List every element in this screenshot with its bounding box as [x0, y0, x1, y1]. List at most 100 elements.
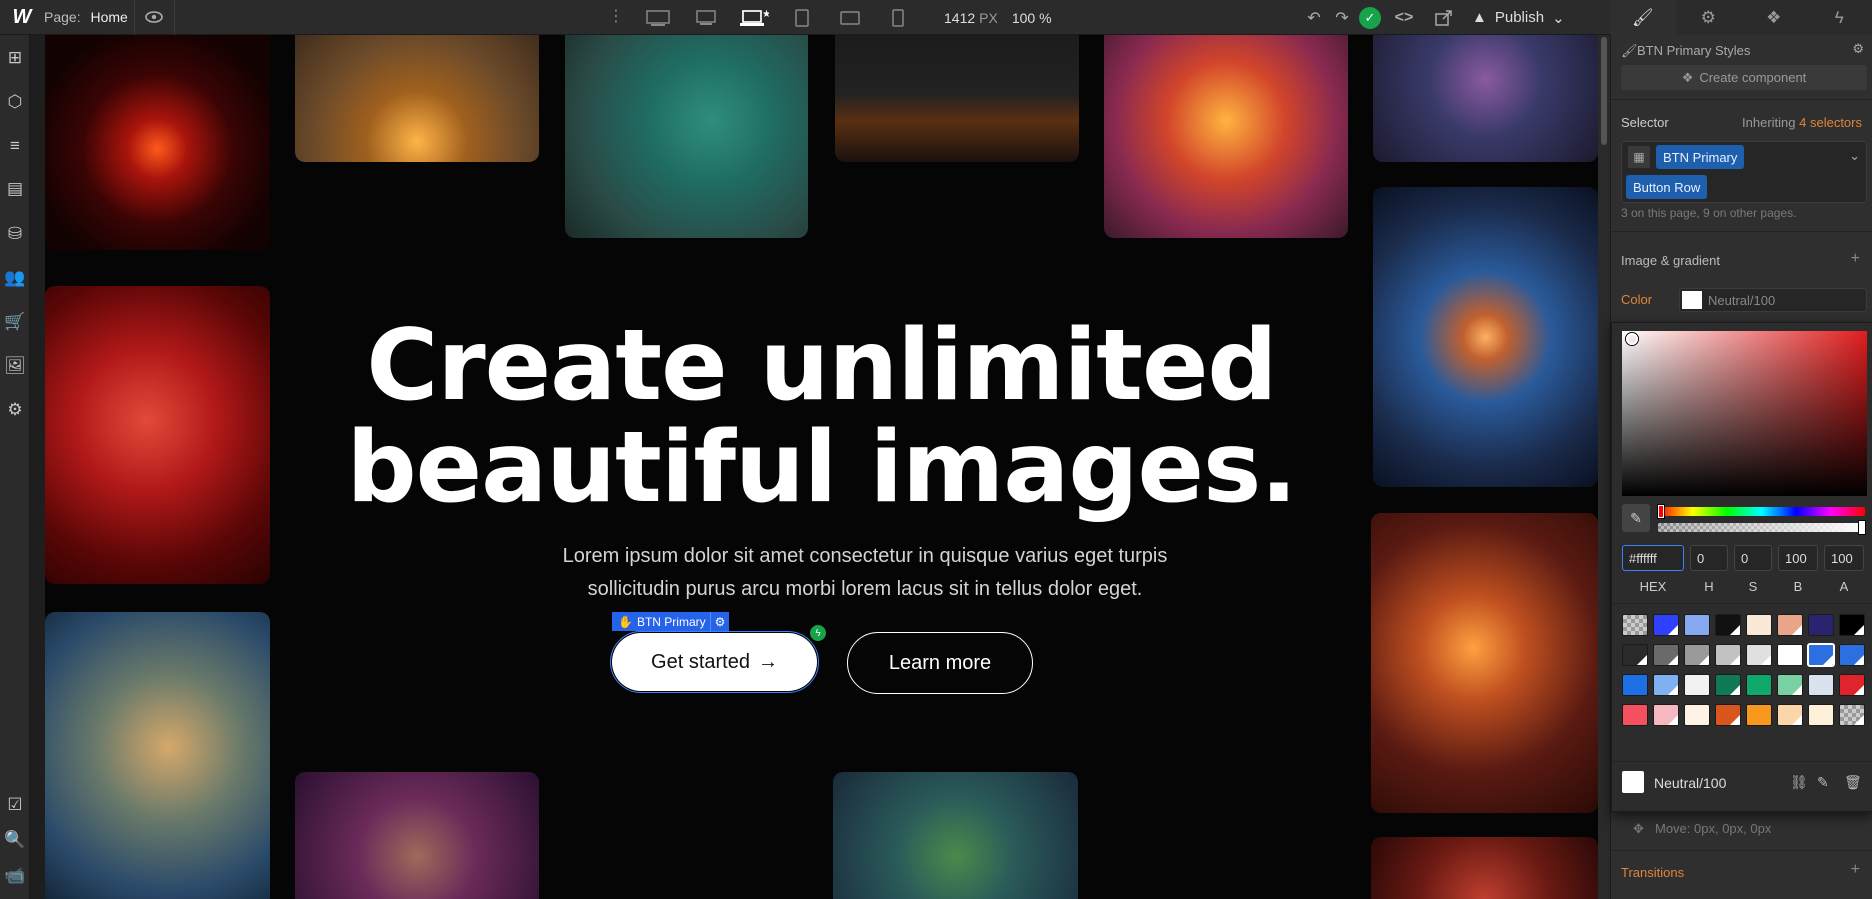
color-swatch[interactable]: [1839, 674, 1865, 696]
redo-icon[interactable]: ↷: [1328, 0, 1356, 35]
color-swatch[interactable]: [1684, 704, 1710, 726]
selector-field[interactable]: ▦ BTN Primary ⌄ Button Row: [1621, 141, 1867, 203]
create-component-button[interactable]: ❖ Create component: [1621, 65, 1867, 90]
color-swatch[interactable]: [1808, 704, 1834, 726]
publish-button[interactable]: ▲ Publish ⌄: [1472, 9, 1565, 27]
settings-icon[interactable]: ⚙: [0, 395, 30, 425]
color-swatch[interactable]: [1622, 674, 1648, 696]
trash-icon[interactable]: 🗑: [1844, 774, 1862, 791]
webflow-logo[interactable]: W: [0, 0, 44, 35]
element-settings-gear-icon[interactable]: ⚙: [710, 612, 729, 631]
cms-database-icon[interactable]: ⛁: [0, 219, 30, 249]
saturation-input[interactable]: 0: [1734, 545, 1772, 571]
color-swatch[interactable]: [1808, 614, 1834, 636]
status-check-icon[interactable]: ✓: [1356, 0, 1384, 35]
learn-more-button[interactable]: Learn more: [847, 632, 1033, 694]
settings-gear-icon[interactable]: ⚙: [1676, 0, 1742, 35]
breakpoint-desktop-icon[interactable]: ★: [730, 0, 778, 35]
breakpoint-lg-icon[interactable]: [682, 0, 730, 35]
breakpoint-phone-icon[interactable]: [874, 0, 922, 35]
add-icon[interactable]: ⊞: [0, 43, 30, 73]
interactions-drop-icon[interactable]: ❖: [1741, 0, 1807, 35]
hex-input[interactable]: #ffffff: [1622, 545, 1684, 571]
color-swatch[interactable]: [1653, 614, 1679, 636]
color-swatch[interactable]: [1653, 704, 1679, 726]
code-icon[interactable]: <>: [1384, 0, 1424, 35]
canvas-scrollbar[interactable]: [1598, 35, 1610, 899]
color-swatch[interactable]: [1777, 614, 1803, 636]
alpha-slider-knob[interactable]: [1859, 521, 1865, 534]
undo-icon[interactable]: ↶: [1300, 0, 1328, 35]
interaction-bolt-icon[interactable]: ϟ: [810, 625, 826, 641]
color-swatch[interactable]: [1746, 644, 1772, 666]
pages-icon[interactable]: ▤: [0, 174, 30, 204]
preview-eye-icon[interactable]: [144, 8, 164, 26]
breakpoint-tablet-icon[interactable]: [778, 0, 826, 35]
hue-input[interactable]: 0: [1690, 545, 1728, 571]
page-label: Page:: [44, 9, 81, 25]
brightness-input[interactable]: 100: [1778, 545, 1818, 571]
color-swatch[interactable]: [1622, 704, 1648, 726]
components-cube-icon[interactable]: ⬡: [0, 87, 30, 117]
color-swatch[interactable]: [1684, 674, 1710, 696]
video-tutorials-icon[interactable]: 📹: [0, 861, 30, 891]
canvas-scroll-thumb[interactable]: [1601, 37, 1607, 145]
style-brush-icon[interactable]: 🖌: [1610, 0, 1676, 35]
color-swatch[interactable]: [1808, 674, 1834, 696]
selector-states-icon[interactable]: ▦: [1628, 146, 1650, 168]
saturation-brightness-area[interactable]: [1622, 331, 1867, 496]
get-started-button[interactable]: Get started →: [610, 631, 819, 693]
ecommerce-cart-icon[interactable]: 🛒: [0, 307, 30, 337]
color-swatch[interactable]: [1746, 674, 1772, 696]
color-swatch[interactable]: [1715, 674, 1741, 696]
color-swatch[interactable]: [1839, 614, 1865, 636]
checklist-icon[interactable]: ☑: [0, 790, 30, 820]
selector-chevron-icon[interactable]: ⌄: [1849, 148, 1860, 164]
color-swatch[interactable]: [1807, 643, 1835, 667]
color-swatch[interactable]: [1839, 644, 1865, 666]
color-swatch[interactable]: [1839, 704, 1865, 726]
add-gradient-icon[interactable]: +: [1851, 250, 1860, 268]
detach-link-icon[interactable]: ⛓: [1790, 774, 1808, 791]
color-swatch[interactable]: [1653, 644, 1679, 666]
alpha-input[interactable]: 100: [1824, 545, 1864, 571]
color-field[interactable]: Neutral/100: [1679, 288, 1867, 312]
inheriting-info[interactable]: Inheriting 4 selectors: [1742, 115, 1862, 130]
edit-pencil-icon[interactable]: ✎: [1817, 774, 1829, 791]
selector-chip-button-row[interactable]: Button Row: [1626, 175, 1708, 199]
saturation-knob[interactable]: [1626, 333, 1638, 345]
selected-element-tag[interactable]: ✋ BTN Primary: [612, 612, 712, 631]
breakpoint-landscape-icon[interactable]: [826, 0, 874, 35]
color-swatch[interactable]: [1684, 614, 1710, 636]
color-swatch[interactable]: [1746, 614, 1772, 636]
design-canvas[interactable]: Create unlimited beautiful images. Lorem…: [45, 35, 1598, 899]
share-icon[interactable]: [1424, 0, 1464, 35]
color-swatch[interactable]: [1715, 704, 1741, 726]
panel-settings-icon[interactable]: ⚙: [1852, 41, 1864, 57]
color-swatch[interactable]: [1777, 674, 1803, 696]
selector-chip-btn-primary[interactable]: BTN Primary: [1656, 145, 1745, 169]
color-swatch[interactable]: [1715, 614, 1741, 636]
users-icon[interactable]: 👥: [0, 263, 30, 293]
canvas-zoom[interactable]: 100 %: [1012, 10, 1052, 26]
color-swatch[interactable]: [1622, 644, 1648, 666]
add-transition-icon[interactable]: +: [1851, 861, 1860, 879]
navigator-icon[interactable]: ≡: [0, 131, 30, 161]
lightning-icon[interactable]: ϟ: [1807, 0, 1872, 35]
color-swatch[interactable]: [1777, 644, 1803, 666]
color-swatch[interactable]: [1684, 644, 1710, 666]
hue-slider-knob[interactable]: [1658, 505, 1664, 518]
color-swatch[interactable]: [1622, 614, 1648, 636]
color-swatch[interactable]: [1653, 674, 1679, 696]
color-swatch[interactable]: [1777, 704, 1803, 726]
canvas-width[interactable]: 1412 PX: [944, 10, 998, 26]
color-swatch[interactable]: [1715, 644, 1741, 666]
breakpoint-xl-icon[interactable]: [634, 0, 682, 35]
search-icon[interactable]: 🔍: [0, 825, 30, 855]
assets-icon[interactable]: 🖼: [0, 351, 30, 381]
eyedropper-icon[interactable]: ✎: [1622, 504, 1650, 532]
hue-slider[interactable]: [1658, 507, 1865, 516]
color-swatch[interactable]: [1746, 704, 1772, 726]
alpha-slider[interactable]: [1658, 523, 1865, 532]
page-selector[interactable]: Page: Home: [44, 9, 128, 25]
